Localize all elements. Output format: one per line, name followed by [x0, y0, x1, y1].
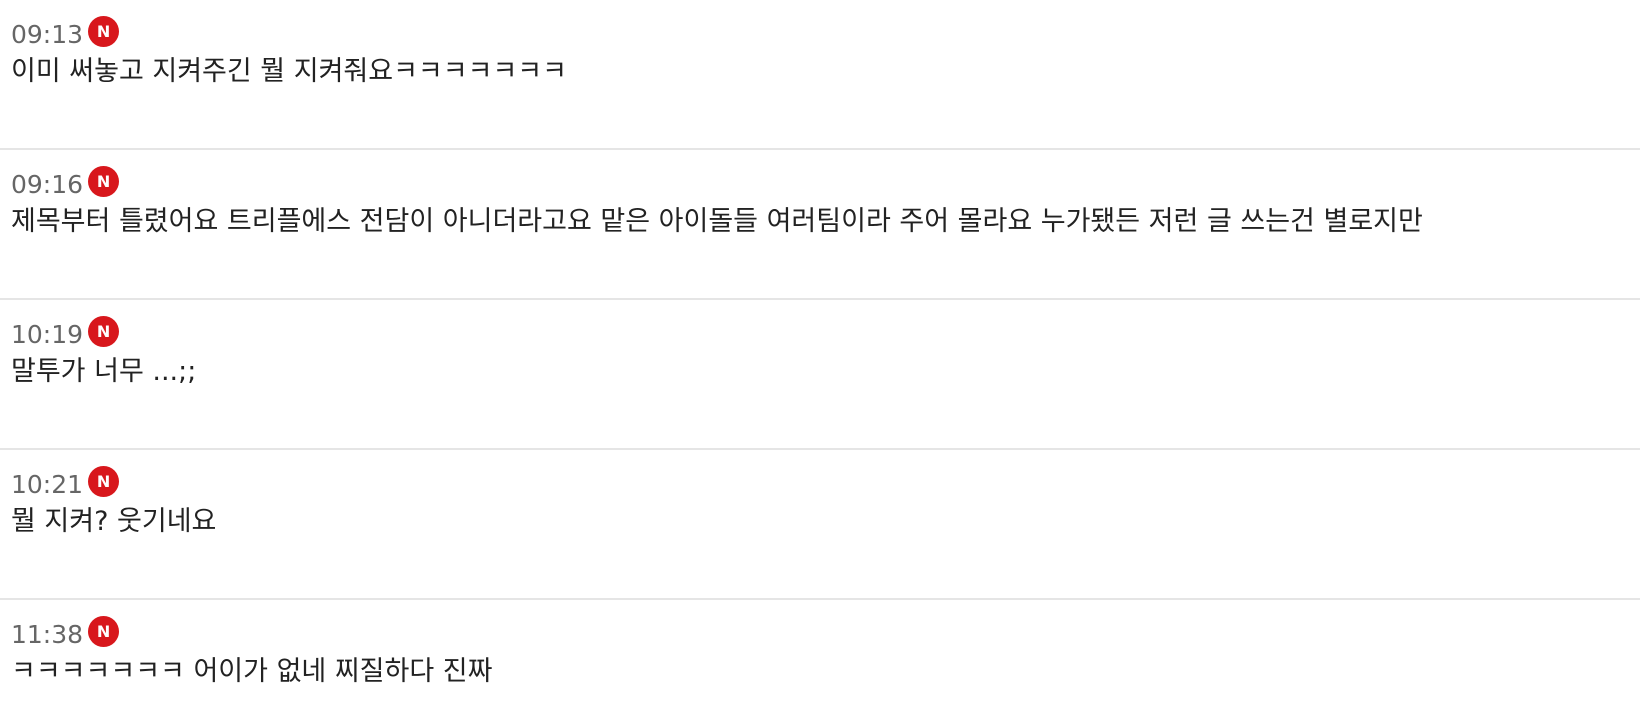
- new-badge-icon: N: [88, 315, 120, 347]
- comment-time: 09:13: [11, 20, 84, 49]
- comment-item: 11:38 N ㅋㅋㅋㅋㅋㅋㅋ 어이가 없네 찌질하다 진짜: [0, 600, 1640, 720]
- new-badge-icon: N: [88, 465, 120, 497]
- comment-meta: 09:13 N: [11, 14, 1640, 49]
- comment-item: 10:19 N 말투가 너무 ...;;: [0, 300, 1640, 450]
- comment-meta: 10:21 N: [11, 464, 1640, 499]
- comment-item: 09:16 N 제목부터 틀렸어요 트리플에스 전담이 아니더라고요 맡은 아이…: [0, 150, 1640, 300]
- comment-item: 10:21 N 뭘 지켜? 웃기네요: [0, 450, 1640, 600]
- comment-time: 09:16: [11, 170, 84, 199]
- comment-text: 뭘 지켜? 웃기네요: [11, 506, 217, 537]
- comment-meta: 10:19 N: [11, 314, 1640, 349]
- comment-time: 10:19: [11, 320, 84, 349]
- new-badge-icon: N: [88, 615, 120, 647]
- new-badge-icon: N: [88, 15, 120, 47]
- comment-list: 09:13 N 이미 써놓고 지켜주긴 뭘 지켜줘요ㅋㅋㅋㅋㅋㅋㅋ 09:16 …: [0, 0, 1640, 720]
- comment-meta: 09:16 N: [11, 164, 1640, 199]
- comment-text: ㅋㅋㅋㅋㅋㅋㅋ 어이가 없네 찌질하다 진짜: [11, 656, 493, 687]
- comment-text: 말투가 너무 ...;;: [11, 356, 197, 387]
- comment-text: 이미 써놓고 지켜주긴 뭘 지켜줘요ㅋㅋㅋㅋㅋㅋㅋ: [11, 56, 567, 87]
- comment-time: 11:38: [11, 620, 84, 649]
- comment-text: 제목부터 틀렸어요 트리플에스 전담이 아니더라고요 맡은 아이돌들 여러팀이라…: [11, 206, 1423, 237]
- new-badge-icon: N: [88, 165, 120, 197]
- comment-meta: 11:38 N: [11, 614, 1640, 649]
- comment-item: 09:13 N 이미 써놓고 지켜주긴 뭘 지켜줘요ㅋㅋㅋㅋㅋㅋㅋ: [0, 0, 1640, 150]
- comment-time: 10:21: [11, 470, 84, 499]
